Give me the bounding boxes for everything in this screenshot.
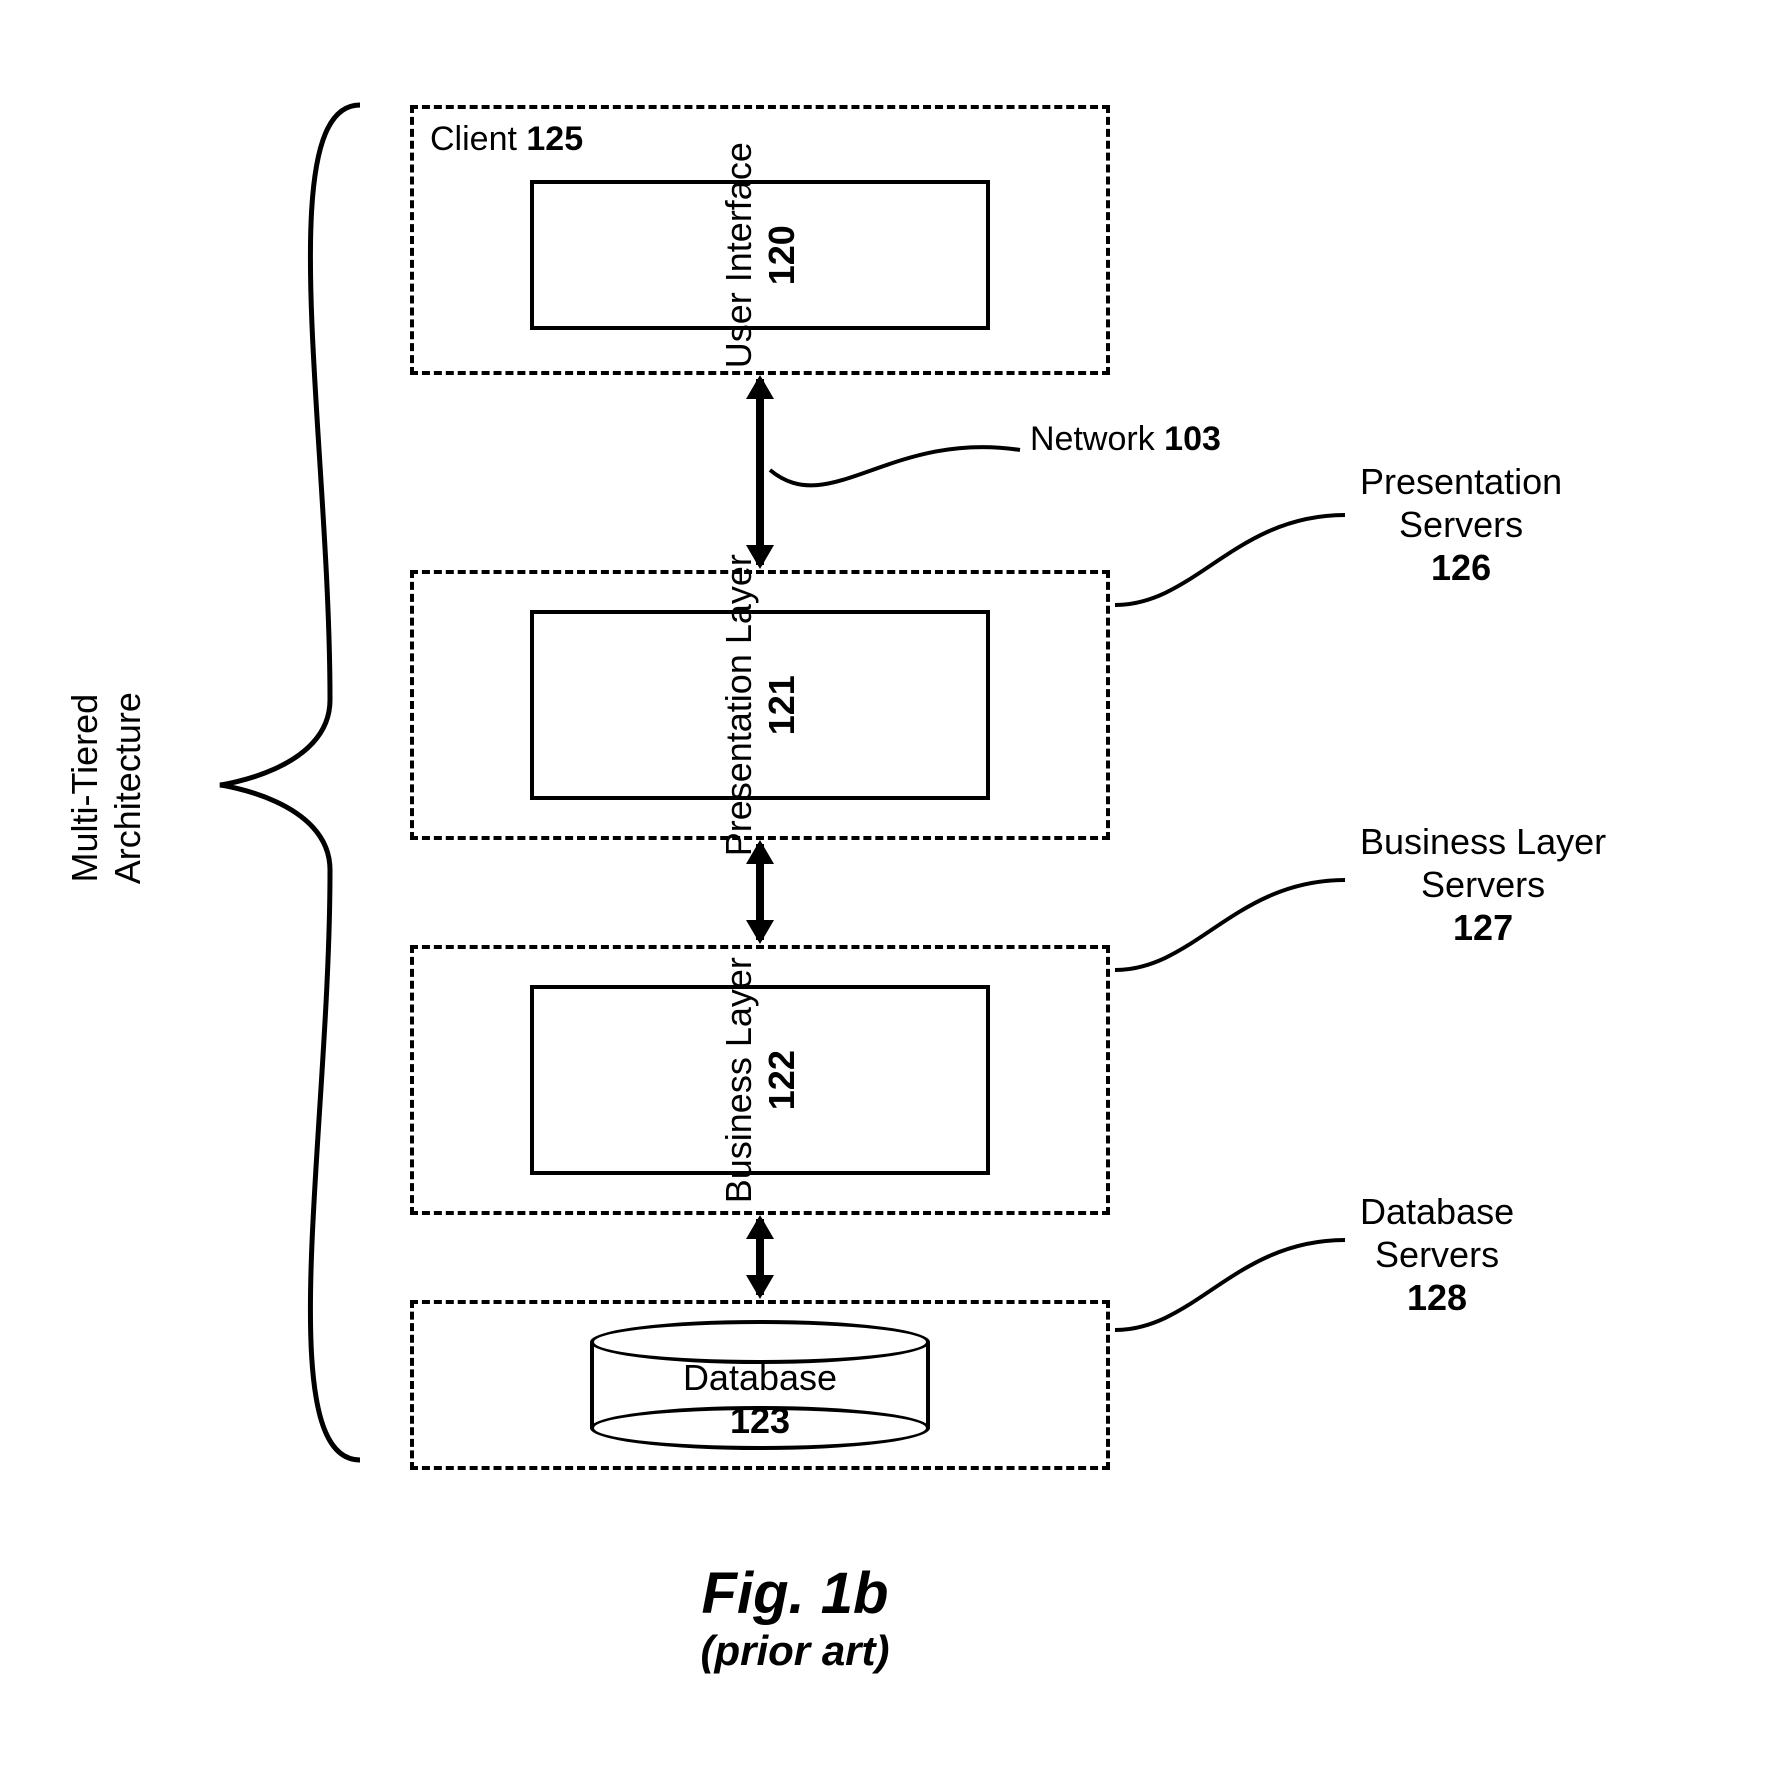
arrow-ui-pres-up [746, 375, 774, 399]
network-label: Network 103 [1030, 420, 1221, 459]
database-servers-label: Database Servers128 [1360, 1190, 1514, 1320]
database-cylinder: Database123 [590, 1320, 930, 1450]
database-servers-connector [1115, 1230, 1355, 1350]
business-servers-connector [1115, 870, 1355, 990]
network-connector [770, 440, 1030, 520]
arrow-pres-biz-up [746, 840, 774, 864]
left-brace [210, 100, 370, 1470]
user-interface-box: User Interface120 [530, 180, 990, 330]
arrow-pres-biz-down [746, 920, 774, 944]
presentation-servers-label: Presentation Servers126 [1360, 460, 1562, 590]
figure-caption: Fig. 1b (prior art) [620, 1560, 970, 1675]
arrow-ui-pres [756, 379, 764, 565]
presentation-layer-box: Presentation Layer121 [530, 610, 990, 800]
client-label: Client 125 [430, 120, 583, 159]
left-group-label: Multi-Tiered Architecture [63, 692, 149, 884]
business-layer-box: Business Layer122 [530, 985, 990, 1175]
arrow-biz-db-up [746, 1215, 774, 1239]
business-servers-label: Business Layer Servers127 [1360, 820, 1606, 950]
presentation-servers-connector [1115, 505, 1355, 625]
arrow-biz-db-down [746, 1275, 774, 1299]
